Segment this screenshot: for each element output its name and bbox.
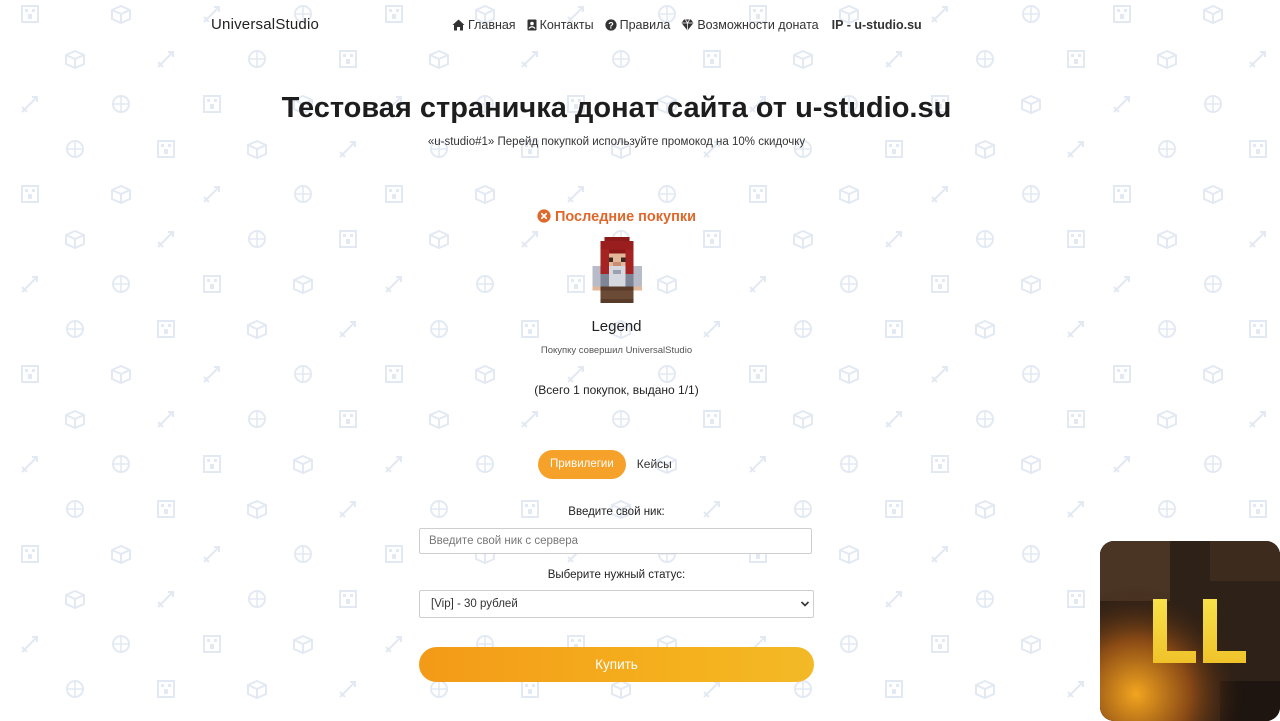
ll-logo-badge — [1100, 541, 1280, 721]
nav-contacts[interactable]: Контакты — [527, 18, 594, 32]
question-circle-icon: ? — [604, 19, 617, 31]
status-select[interactable]: [Vip] - 30 рублей — [419, 590, 814, 618]
nav-rules-label: Правила — [619, 18, 671, 32]
nav-home[interactable]: Главная — [452, 18, 516, 32]
nick-label: Введите свой ник: — [568, 506, 665, 518]
page-title: Тестовая страничка донат сайта от u-stud… — [281, 92, 952, 124]
nav-contacts-label: Контакты — [539, 18, 594, 32]
svg-text:?: ? — [608, 20, 614, 30]
nav-donate-features[interactable]: Возможности доната — [681, 18, 819, 32]
nav-rules[interactable]: ? Правила — [604, 18, 671, 32]
recent-purchases-title: Последние покупки — [0, 209, 1233, 225]
buyer-skin-avatar — [592, 237, 642, 303]
nick-input[interactable] — [419, 528, 812, 554]
brand-logo-text[interactable]: UniversalStudio — [211, 16, 319, 33]
category-tabs: Привилегии Кейсы — [538, 450, 683, 479]
chevron-down-icon — [800, 601, 810, 607]
buy-button[interactable]: Купить — [419, 647, 814, 682]
status-label: Выберите нужный статус: — [547, 569, 686, 581]
close-circle-icon — [537, 209, 551, 223]
buyer-note: Покупку совершил UniversalStudio — [540, 345, 693, 356]
nav-home-label: Главная — [468, 18, 516, 32]
server-ip[interactable]: IP - u-studio.su — [832, 18, 922, 32]
home-icon — [452, 19, 465, 31]
nav-donate-features-label: Возможности доната — [697, 18, 819, 32]
buyer-nickname: Legend — [591, 318, 642, 335]
tab-privileges[interactable]: Привилегии — [538, 450, 626, 479]
recent-purchases-label: Последние покупки — [554, 209, 697, 225]
diamond-icon — [681, 19, 694, 31]
main-nav: Главная Контакты ? Правила Возможности д… — [452, 18, 933, 32]
tab-cases[interactable]: Кейсы — [626, 450, 683, 479]
promo-subtitle: «u-studio#1» Перейд покупкой используйте… — [427, 136, 806, 148]
contact-card-icon — [527, 19, 537, 31]
status-select-value: [Vip] - 30 рублей — [431, 598, 518, 610]
purchases-total: (Всего 1 покупок, выдано 1/1) — [534, 383, 699, 397]
